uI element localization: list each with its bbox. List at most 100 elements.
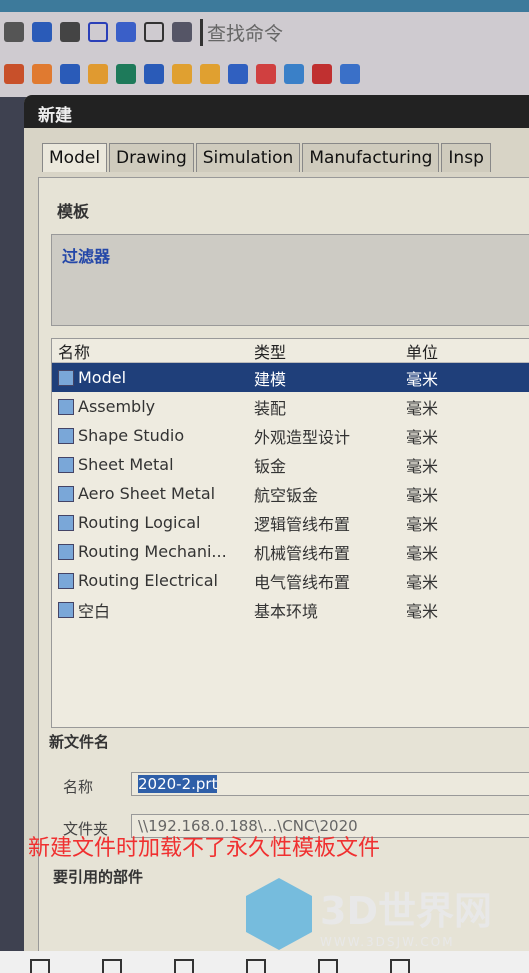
row-type: 装配 bbox=[254, 398, 287, 418]
row-type: 外观造型设计 bbox=[254, 427, 351, 447]
row-name: Routing Logical bbox=[52, 513, 246, 532]
background-edge bbox=[0, 97, 26, 952]
window-icon[interactable] bbox=[172, 22, 192, 42]
undo-icon[interactable] bbox=[32, 22, 52, 42]
hole-icon[interactable] bbox=[144, 64, 164, 84]
table-row[interactable]: Assembly 装配 毫米 bbox=[52, 392, 529, 421]
copy-icon[interactable] bbox=[144, 22, 164, 42]
viewer-toolbar bbox=[0, 951, 529, 973]
name-label: 名称 bbox=[63, 778, 94, 796]
command-search[interactable]: 查找命令 bbox=[200, 18, 283, 46]
name-input[interactable]: 2020-2.prt bbox=[131, 772, 529, 796]
row-name-text: Assembly bbox=[78, 397, 156, 416]
row-type: 逻辑管线布置 bbox=[254, 514, 351, 534]
table-row[interactable]: 空白 基本环境 毫米 bbox=[52, 595, 529, 624]
new-file-icon[interactable] bbox=[88, 22, 108, 42]
feature-icon[interactable] bbox=[4, 64, 24, 84]
row-unit: 毫米 bbox=[406, 485, 439, 505]
trim-icon[interactable] bbox=[284, 64, 304, 84]
template-table: 名称 类型 单位 Model 建模 毫米 Assembly 装配 毫米 Shape Stud… bbox=[51, 338, 529, 728]
row-unit: 毫米 bbox=[406, 427, 439, 447]
row-name: Routing Electrical bbox=[52, 571, 246, 590]
blend-icon[interactable] bbox=[228, 64, 248, 84]
row-unit: 毫米 bbox=[406, 398, 439, 418]
tab-inspection[interactable]: Insp bbox=[441, 143, 491, 172]
table-row[interactable]: Routing Mechani... 机械管线布置 毫米 bbox=[52, 537, 529, 566]
pattern-icon[interactable] bbox=[88, 64, 108, 84]
row-name-text: Model bbox=[78, 368, 127, 387]
template-icon bbox=[58, 398, 74, 415]
zoom-out-icon[interactable] bbox=[246, 959, 266, 973]
table-row[interactable]: Shape Studio 外观造型设计 毫米 bbox=[52, 421, 529, 450]
crop-icon[interactable] bbox=[102, 959, 122, 973]
row-unit: 毫米 bbox=[406, 456, 439, 476]
table-header: 名称 类型 单位 bbox=[52, 339, 529, 363]
template-icon bbox=[58, 543, 74, 560]
templates-heading: 模板 bbox=[57, 202, 90, 221]
draft-icon[interactable] bbox=[340, 64, 360, 84]
shell-icon[interactable] bbox=[312, 64, 332, 84]
name-value: 2020-2.prt bbox=[138, 775, 218, 793]
tab-drawing[interactable]: Drawing bbox=[109, 143, 194, 172]
table-row[interactable]: Aero Sheet Metal 航空钣金 毫米 bbox=[52, 479, 529, 508]
row-name: Shape Studio bbox=[52, 426, 246, 445]
filter-panel[interactable]: 过滤器 bbox=[51, 234, 529, 326]
row-name-text: Shape Studio bbox=[78, 426, 185, 445]
watermark-logo-icon bbox=[246, 878, 312, 950]
referenced-parts-heading: 要引用的部件 bbox=[53, 868, 144, 886]
row-name-text: Routing Electrical bbox=[78, 571, 218, 590]
row-name: Routing Mechani... bbox=[52, 542, 246, 561]
fit-icon[interactable] bbox=[30, 959, 50, 973]
tab-bar: Model Drawing Simulation Manufacturing I… bbox=[42, 143, 493, 172]
extrude-icon[interactable] bbox=[32, 64, 52, 84]
save-icon[interactable] bbox=[4, 22, 24, 42]
redo-icon[interactable] bbox=[60, 22, 80, 42]
tab-manufacturing[interactable]: Manufacturing bbox=[302, 143, 440, 172]
zoom-in-icon[interactable] bbox=[318, 959, 338, 973]
row-unit: 毫米 bbox=[406, 514, 439, 534]
annotation-text: 新建文件时加载不了永久性模板文件 bbox=[28, 836, 381, 861]
row-name-text: Routing Mechani... bbox=[78, 542, 227, 561]
row-type: 基本环境 bbox=[254, 601, 319, 621]
template-icon bbox=[58, 485, 74, 502]
window-title-bar bbox=[0, 0, 529, 12]
unite-icon[interactable] bbox=[116, 64, 136, 84]
block-icon[interactable] bbox=[172, 64, 192, 84]
row-name: 空白 bbox=[52, 598, 246, 622]
revolve-icon[interactable] bbox=[60, 64, 80, 84]
column-unit[interactable]: 单位 bbox=[396, 339, 438, 362]
table-row[interactable]: Sheet Metal 钣金 毫米 bbox=[52, 450, 529, 479]
row-type: 电气管线布置 bbox=[254, 572, 351, 592]
table-row[interactable]: Routing Logical 逻辑管线布置 毫米 bbox=[52, 508, 529, 537]
row-name-text: Routing Logical bbox=[78, 513, 201, 532]
row-type: 建模 bbox=[254, 369, 287, 389]
table-row[interactable]: Routing Electrical 电气管线布置 毫米 bbox=[52, 566, 529, 595]
cylinder-icon[interactable] bbox=[200, 64, 220, 84]
tab-model[interactable]: Model bbox=[42, 143, 108, 172]
row-unit: 毫米 bbox=[406, 572, 439, 592]
tab-simulation[interactable]: Simulation bbox=[195, 143, 301, 172]
column-name[interactable]: 名称 bbox=[52, 339, 246, 362]
filter-label: 过滤器 bbox=[62, 247, 111, 266]
row-name-text: Aero Sheet Metal bbox=[78, 484, 216, 503]
template-icon bbox=[58, 427, 74, 444]
watermark-url: WWW.3DSJW.COM bbox=[320, 934, 455, 949]
new-file-dialog: 新建 Model Drawing Simulation Manufacturin… bbox=[24, 95, 529, 952]
row-type: 机械管线布置 bbox=[254, 543, 351, 563]
column-type[interactable]: 类型 bbox=[246, 339, 396, 362]
template-icon bbox=[58, 601, 74, 618]
row-name: Sheet Metal bbox=[52, 455, 246, 474]
table-row[interactable]: Model 建模 毫米 bbox=[52, 363, 529, 392]
row-name-text: Sheet Metal bbox=[78, 455, 174, 474]
row-unit: 毫米 bbox=[406, 369, 439, 389]
chamfer-icon[interactable] bbox=[256, 64, 276, 84]
row-unit: 毫米 bbox=[406, 543, 439, 563]
row-type: 钣金 bbox=[254, 456, 287, 476]
template-icon bbox=[58, 514, 74, 531]
new-filename-heading: 新文件名 bbox=[49, 733, 110, 751]
row-name: Assembly bbox=[52, 397, 246, 416]
rotate-icon[interactable] bbox=[390, 959, 410, 973]
template-icon bbox=[58, 456, 74, 473]
expand-icon[interactable] bbox=[174, 959, 194, 973]
link-icon[interactable] bbox=[116, 22, 136, 42]
